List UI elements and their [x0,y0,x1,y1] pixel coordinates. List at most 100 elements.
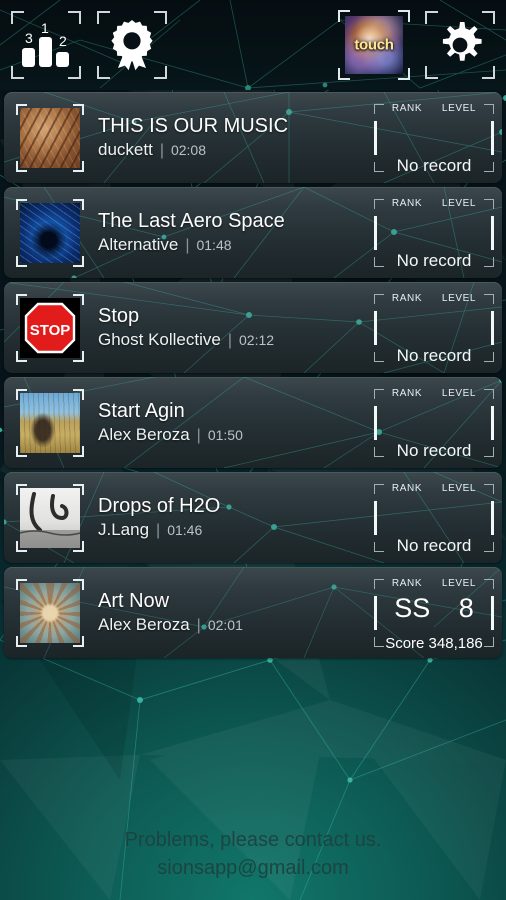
panel-side-bar [374,310,377,345]
rank-panel: RANK LEVEL No record [372,482,496,555]
album-art[interactable]: STOP [16,293,84,362]
album-art[interactable] [16,483,84,552]
song-row[interactable]: THIS IS OUR MUSIC duckett | 02:08 RANK L… [4,92,502,183]
bracket-corner [73,293,84,305]
song-duration: 02:01 [207,617,243,633]
bracket-corner [73,445,84,457]
song-meta: THIS IS OUR MUSIC duckett | 02:08 [98,113,372,162]
rank-header: RANK [391,387,423,399]
rank-panel: RANK LEVEL No record [372,292,496,365]
footer-line-1: Problems, please contact us. [124,829,382,851]
bracket-corner [73,540,84,552]
rank-header: RANK [391,482,423,494]
awards-button[interactable] [94,8,170,82]
no-record-status: No record [396,155,472,175]
bracket-corner [73,103,84,115]
song-title: The Last Aero Space [98,210,285,232]
touch-thumbnail-button[interactable]: touch [336,8,412,82]
bracket-corner [73,160,84,172]
bracket-corner [16,483,27,495]
song-row[interactable]: Start Agin Alex Beroza | 01:50 RANK LEVE… [4,377,502,468]
panel-side-bar [374,405,377,440]
panel-side-bar [491,500,494,535]
panel-side-bar [491,215,494,250]
panel-side-bar [491,310,494,345]
separator: | [156,522,161,539]
song-duration: 02:08 [170,142,207,158]
top-toolbar: 3 1 2 touch [0,0,506,90]
water-drops-image [20,491,80,548]
album-art[interactable] [16,578,84,647]
song-title: Start Agin [98,400,185,422]
bracket-corner [154,66,167,79]
rank-header: RANK [391,577,423,589]
settings-button[interactable] [422,8,498,82]
no-record-status: No record [396,440,472,460]
bracket-corner [11,11,24,24]
bracket-corner [425,11,438,24]
album-art[interactable] [16,198,84,267]
bracket-corner [16,350,27,362]
panel-side-bar [374,500,377,535]
song-duration: 01:46 [167,522,203,538]
ranking-chart-button[interactable]: 3 1 2 [8,8,84,82]
separator: | [159,142,164,159]
no-record-status: No record [396,250,472,270]
bracket-corner [425,66,438,79]
rank-panel: RANK LEVEL No record [372,197,496,270]
bracket-corner [73,255,84,267]
level-header: LEVEL [441,197,477,209]
song-meta: The Last Aero Space Alternative | 01:48 [98,208,372,257]
song-title: Drops of H2O [98,495,221,517]
bar-label-3: 3 [25,30,33,46]
bracket-corner [73,483,84,495]
bracket-corner [154,11,167,24]
song-title: Stop [98,305,140,327]
song-row[interactable]: Drops of H2O J.Lang | 01:46 RANK LEVEL N… [4,472,502,563]
song-artist: Ghost Kollective [98,330,221,349]
rank-panel: RANK LEVEL SS 8 Score 348,186 [372,577,496,652]
ranking-chart-icon: 3 1 2 [22,20,69,67]
stop-sign-image: STOP [24,302,76,353]
song-list: THIS IS OUR MUSIC duckett | 02:08 RANK L… [0,92,506,662]
song-meta: Start Agin Alex Beroza | 01:50 [98,398,372,447]
bracket-corner [73,350,84,362]
galaxy-thumbnail-image: touch [345,16,403,74]
song-meta: Drops of H2O J.Lang | 01:46 [98,493,372,542]
panel-side-bar [374,215,377,250]
bracket-corner [16,160,27,172]
bracket-corner [16,255,27,267]
bracket-corner [16,293,27,305]
album-art-image [20,487,80,548]
album-art[interactable] [16,388,84,457]
level-header: LEVEL [441,577,477,589]
level-header: LEVEL [441,292,477,304]
album-art[interactable] [16,103,84,172]
song-row[interactable]: STOP Stop Ghost Kollective | 02:12 RANK … [4,282,502,373]
album-art-image [20,107,80,168]
panel-side-bar [374,120,377,155]
bracket-corner [16,198,27,210]
separator: | [185,237,190,254]
song-row[interactable]: The Last Aero Space Alternative | 01:48 … [4,187,502,278]
rank-panel: RANK LEVEL No record [372,387,496,460]
touch-label: touch [354,36,394,54]
bracket-corner [16,578,27,590]
song-duration: 02:12 [239,332,275,348]
bracket-corner [482,66,495,79]
song-artist: Alex Beroza [98,425,190,444]
bracket-corner [73,388,84,400]
bracket-corner [68,11,81,24]
song-row[interactable]: Art Now Alex Beroza | 02:01 RANK LEVEL S… [4,567,502,658]
bracket-corner [16,388,27,400]
award-ribbon-icon [111,20,153,71]
song-title: Art Now [98,590,170,612]
bracket-corner [16,540,27,552]
panel-side-bar [491,405,494,440]
level-header: LEVEL [441,102,477,114]
album-art-image [20,582,80,643]
rank-panel: RANK LEVEL No record [372,102,496,175]
bracket-corner [73,198,84,210]
album-art-image: STOP [20,297,80,358]
panel-side-bar [491,120,494,155]
